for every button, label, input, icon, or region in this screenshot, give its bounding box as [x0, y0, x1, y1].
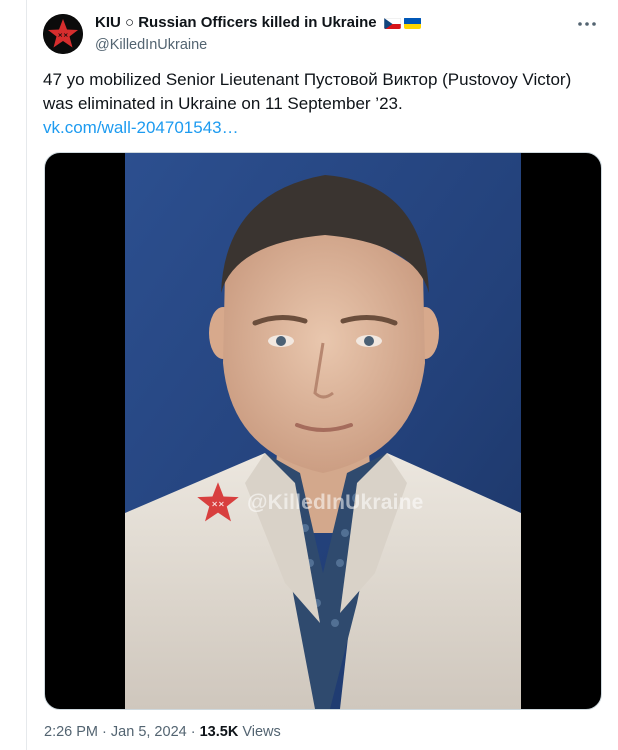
watermark-text: @KilledInUkraine — [247, 491, 424, 514]
more-options-icon[interactable] — [575, 14, 599, 34]
svg-text:××: ×× — [58, 31, 69, 39]
tweet-text-line-2: was eliminated in Ukraine on 11 Septembe… — [43, 94, 403, 113]
author-name[interactable]: KIU ○ Russian Officers killed in Ukraine — [95, 14, 377, 31]
meta-separator: · — [102, 724, 107, 740]
ukraine-flag-icon — [403, 17, 421, 29]
photo-watermark: ×× @KilledInUkraine — [195, 481, 424, 525]
svg-text:××: ×× — [211, 499, 225, 508]
tweet-metadata: 2:26 PM · Jan 5, 2024 · 13.5K Views — [44, 724, 281, 740]
author-name-row[interactable]: KIU ○ Russian Officers killed in Ukraine — [95, 14, 421, 31]
tweet-text-line-1: 47 yo mobilized Senior Lieutenant Пустов… — [43, 70, 572, 89]
author-flags — [383, 17, 421, 29]
red-star-icon: ×× — [197, 482, 239, 522]
tweet-text: 47 yo mobilized Senior Lieutenant Пустов… — [43, 68, 599, 140]
tweet-card: ×× KIU ○ Russian Officers killed in Ukra… — [26, 0, 618, 750]
tweet-photo[interactable]: ×× @KilledInUkraine — [44, 152, 602, 710]
views-label: Views — [242, 724, 281, 740]
czech-flag-icon — [383, 17, 401, 29]
views-count: 13.5K — [199, 724, 239, 740]
tweet-link[interactable]: vk.com/wall-204701543… — [43, 116, 599, 140]
tweet-date[interactable]: Jan 5, 2024 — [111, 724, 187, 740]
portrait-photo — [125, 153, 521, 709]
meta-separator: · — [190, 724, 196, 740]
author-avatar[interactable]: ×× — [43, 14, 83, 54]
red-star-icon: ×× — [43, 14, 83, 54]
tweet-time[interactable]: 2:26 PM — [44, 724, 98, 740]
author-handle[interactable]: @KilledInUkraine — [95, 37, 207, 53]
